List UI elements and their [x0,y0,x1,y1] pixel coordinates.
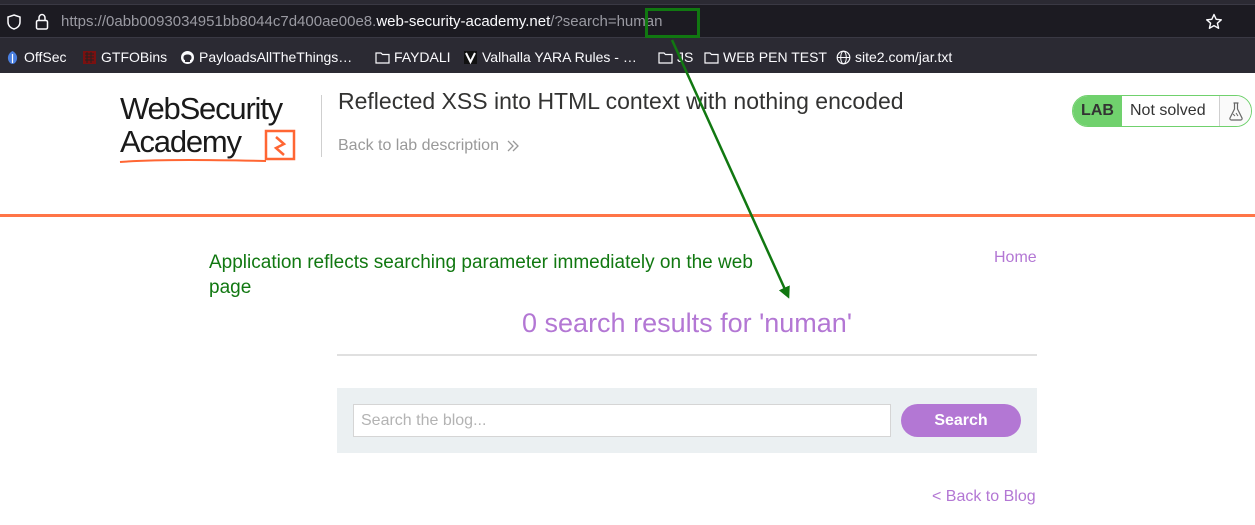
bookmark-web-pen-test[interactable]: WEB PEN TEST [704,48,827,66]
bookmark-site2[interactable]: site2.com/jar.txt [836,48,952,66]
globe-icon [836,50,851,64]
search-button[interactable]: Search [901,404,1021,437]
logo-underline-icon [119,159,267,163]
url-prefix: https://0abb0093034951bb8044c7d400ae00e8… [61,13,377,30]
bookmark-offsec[interactable]: OffSec [5,48,67,66]
search-input[interactable] [353,404,891,437]
bookmark-valhalla[interactable]: Valhalla YARA Rules - … [463,48,637,66]
academy-logo-mark-icon [264,129,296,161]
folder-icon [375,51,390,64]
header-orange-rule [0,214,1255,217]
header-divider [321,95,322,157]
lab-title: Reflected XSS into HTML context with not… [338,88,904,114]
back-to-lab-description-link[interactable]: Back to lab description [338,137,520,155]
bookmark-label: PayloadsAllTheThings… [199,49,353,65]
lock-icon[interactable] [35,13,49,30]
bookmarks-bar: OffSec GTFOBins PayloadsAllTheThings… FA… [0,41,1255,73]
bookmark-label: Valhalla YARA Rules - … [482,49,637,65]
search-panel: Search [337,388,1037,453]
double-chevron-right-icon [507,140,519,152]
back-to-blog-link[interactable]: < Back to Blog [932,488,1036,506]
bookmark-label: GTFOBins [101,49,168,65]
search-results-title: 0 search results for 'numan' [522,308,852,338]
flask-button[interactable] [1220,96,1251,126]
url-domain: web-security-academy.net [376,13,551,30]
bookmark-payloads[interactable]: PayloadsAllTheThings… [180,48,352,66]
url-highlight-box [645,8,700,38]
web-security-academy-logo[interactable]: WebSecurity Academy [118,93,323,165]
back-link-label: Back to lab description [338,137,499,154]
folder-icon [704,51,719,64]
offsec-icon [7,50,18,64]
logo-text-line1: WebSecurity [120,91,283,126]
lab-badge: LAB [1073,96,1122,126]
browser-toolbar: https://0abb0093034951bb8044c7d400ae00e8… [0,0,1255,41]
bookmark-label: OffSec [24,49,67,65]
flask-icon [1228,102,1243,121]
address-bar[interactable]: https://0abb0093034951bb8044c7d400ae00e8… [0,4,1255,38]
lab-state: Not solved [1122,96,1220,126]
bookmark-faydali[interactable]: FAYDALI [375,48,451,66]
bookmark-label: FAYDALI [394,49,451,65]
bookmark-js[interactable]: JS [658,48,693,66]
bookmark-label: JS [677,49,694,65]
lab-status-widget: LAB Not solved [1072,95,1252,127]
url-text[interactable]: https://0abb0093034951bb8044c7d400ae00e8… [61,13,662,30]
valhalla-icon [464,50,477,64]
gtfobins-icon [83,50,96,64]
logo-text-line2: Academy [120,124,242,159]
annotation-note: Application reflects searching parameter… [209,252,753,298]
home-link[interactable]: Home [994,249,1037,267]
folder-icon [658,51,673,64]
bookmark-gtfobins[interactable]: GTFOBins [82,48,167,66]
results-divider [337,354,1037,356]
star-icon[interactable] [1205,13,1223,31]
github-icon [181,50,194,64]
bookmark-label: site2.com/jar.txt [855,49,953,65]
shield-icon[interactable] [7,14,21,30]
bookmark-label: WEB PEN TEST [723,49,827,65]
